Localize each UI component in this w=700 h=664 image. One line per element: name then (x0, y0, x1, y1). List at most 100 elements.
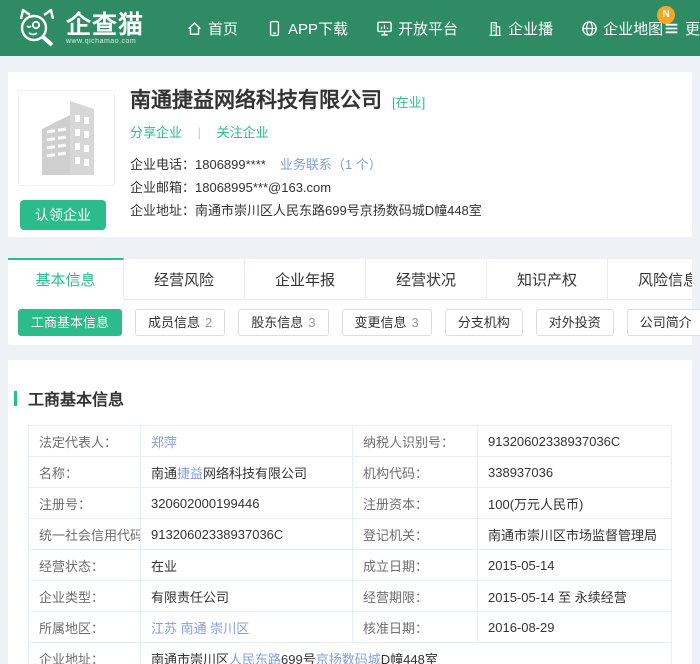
subtab-股东信息[interactable]: 股东信息 3 (238, 309, 329, 336)
field-text: 320602000199446 (151, 495, 260, 511)
field-label: 统一社会信用代码： (28, 518, 141, 550)
nav-item-globe[interactable]: 企业地图 N (581, 5, 676, 39)
section-title: 工商基本信息 (14, 386, 672, 410)
company-name: 南通捷益网络科技有限公司 (130, 89, 382, 112)
field-value: 在业 (140, 549, 353, 581)
nav-label: 企业地图 (603, 20, 664, 38)
building-icon (486, 20, 503, 37)
field-value: 2016-08-29 (477, 611, 672, 643)
field-text: D幢448室 (380, 651, 438, 664)
company-phone-line: 企业电话：1806899**** 业务联系（1 个） (130, 157, 692, 172)
nav-item-monitor[interactable]: 开放平台 (376, 18, 458, 39)
field-value: 2015-05-14 (477, 549, 672, 581)
field-label: 所属地区： (28, 611, 141, 643)
field-label: 机构代码： (352, 456, 478, 488)
field-value: 91320602338937036C (140, 518, 353, 550)
nav-item-menu[interactable]: 更多 (663, 0, 700, 56)
field-link[interactable]: 崇川区 (210, 621, 249, 636)
menu-icon (663, 20, 680, 37)
field-label: 法定代表人： (28, 425, 141, 457)
tab-经营状况[interactable]: 经营状况 (366, 258, 487, 300)
field-value: 91320602338937036C (477, 425, 672, 457)
field-value: 有限责任公司 (140, 580, 353, 612)
field-value: 320602000199446 (140, 487, 353, 519)
share-company-link[interactable]: 分享企业 (130, 125, 182, 140)
subtab-工商基本信息[interactable]: 工商基本信息 (18, 309, 123, 336)
field-label: 企业类型： (28, 580, 141, 612)
field-link[interactable]: 郑萍 (151, 435, 177, 450)
main-nav: 首页 APP下载 开放平台 企业播 企业地图N 更多 (186, 5, 700, 39)
email-value: 18068995***@163.com (195, 180, 332, 195)
phone-icon (266, 20, 283, 37)
field-link[interactable]: 南通 (181, 621, 207, 636)
logo-text: 企查猫 www.qichamao.com (66, 12, 144, 45)
field-label: 注册资本： (352, 487, 478, 519)
nav-item-home[interactable]: 首页 (186, 18, 238, 39)
field-text: 有限责任公司 (151, 589, 230, 605)
business-info-table: 法定代表人： 郑萍 纳税人识别号： 91320602338937036C 名称： 南通捷益… (28, 425, 672, 664)
home-icon (186, 20, 203, 37)
address-value: 南通市崇川区人民东路699号京扬数码城D幢448室 (195, 203, 482, 218)
field-text: 南通市崇川区 (151, 651, 230, 664)
tab-风险信息[interactable]: 风险信息 (608, 258, 692, 300)
site-logo[interactable]: 企查猫 www.qichamao.com (14, 7, 144, 49)
nav-label: APP下载 (288, 20, 349, 38)
field-value: 郑萍 (140, 425, 353, 457)
subtab-count: 2 (205, 315, 213, 330)
subtab-count: 3 (308, 315, 316, 330)
cat-magnifier-icon (14, 7, 60, 49)
business-info-card: 工商基本信息 法定代表人： 郑萍 纳税人识别号： 91320602338937036C… (8, 360, 692, 664)
field-link[interactable]: 人民东路 (229, 652, 281, 664)
table-row: 企业地址： 南通市崇川区人民东路699号京扬数码城D幢448室 (28, 642, 672, 664)
address-label: 企业地址： (130, 203, 196, 218)
divider: | (197, 125, 202, 140)
subtab-分支机构[interactable]: 分支机构 (444, 309, 523, 336)
subtab-row: 工商基本信息 成员信息 2 股东信息 3 变更信息 3 分支机构 对外投资 公司简介 (8, 300, 700, 345)
company-address-line: 企业地址：南通市崇川区人民东路699号京扬数码城D幢448室 (130, 203, 692, 218)
claim-company-button[interactable]: 认领企业 (20, 200, 106, 230)
field-text: 南通 (151, 465, 178, 481)
nav-label: 首页 (208, 20, 239, 38)
nav-label: 开放平台 (398, 20, 459, 38)
field-text: 91320602338937036C (151, 526, 284, 542)
subtab-count: 3 (411, 315, 419, 330)
field-link[interactable]: 江苏 (151, 621, 177, 636)
nav-item-building[interactable]: 企业播 (486, 18, 553, 39)
monitor-icon (376, 20, 393, 37)
buildings-icon (41, 101, 94, 175)
follow-company-link[interactable]: 关注企业 (217, 125, 269, 140)
field-value: 南通市崇川区人民东路699号京扬数码城D幢448室 (140, 642, 672, 664)
field-label: 名称： (28, 456, 141, 488)
phone-value: 1806899**** (195, 157, 266, 172)
field-value: 338937036 (477, 456, 672, 488)
subtab-对外投资[interactable]: 对外投资 (535, 309, 614, 336)
field-link[interactable]: 捷益 (177, 466, 203, 481)
business-contact-link[interactable]: 业务联系（1 个） (280, 157, 382, 172)
tab-知识产权[interactable]: 知识产权 (487, 258, 608, 300)
field-link[interactable]: 京扬数码城 (316, 652, 381, 664)
subtab-变更信息[interactable]: 变更信息 3 (341, 309, 432, 336)
share-row: 分享企业 | 关注企业 (130, 122, 692, 141)
nav-label: 企业播 (508, 20, 554, 38)
field-text: 网络科技有限公司 (203, 465, 308, 481)
table-row: 所属地区： 江苏 南通 崇川区 核准日期： 2016-08-29 (28, 611, 672, 643)
table-row: 注册号： 320602000199446 注册资本： 100(万元人民币) (28, 487, 672, 519)
email-label: 企业邮箱： (130, 180, 196, 195)
table-row: 经营状态： 在业 成立日期： 2015-05-14 (28, 549, 672, 581)
nav-item-phone[interactable]: APP下载 (266, 18, 348, 39)
status-badge: [在业] (392, 95, 426, 110)
subtab-成员信息[interactable]: 成员信息 2 (135, 309, 226, 336)
tab-基本信息[interactable]: 基本信息 (8, 258, 124, 300)
company-logo-placeholder (18, 90, 115, 186)
tab-经营风险[interactable]: 经营风险 (124, 258, 245, 300)
field-label: 经营状态： (28, 549, 141, 581)
section-title-text: 工商基本信息 (28, 392, 125, 409)
tab-企业年报[interactable]: 企业年报 (245, 258, 366, 300)
field-value: 南通市崇川区市场监督管理局 (477, 518, 672, 550)
tabs-card: 基本信息 经营风险 企业年报 经营状况 知识产权 风险信息 工商基本信息 成员信息 2 股东信息… (8, 258, 700, 345)
company-email-line: 企业邮箱：18068995***@163.com (130, 180, 692, 195)
field-value: 南通捷益网络科技有限公司 (140, 456, 353, 488)
top-header: 企查猫 www.qichamao.com 首页 APP下载 开放平台 企业播 企业地图 N… (0, 0, 700, 56)
subtab-公司简介[interactable]: 公司简介 (626, 309, 700, 336)
field-label: 纳税人识别号： (352, 425, 478, 457)
